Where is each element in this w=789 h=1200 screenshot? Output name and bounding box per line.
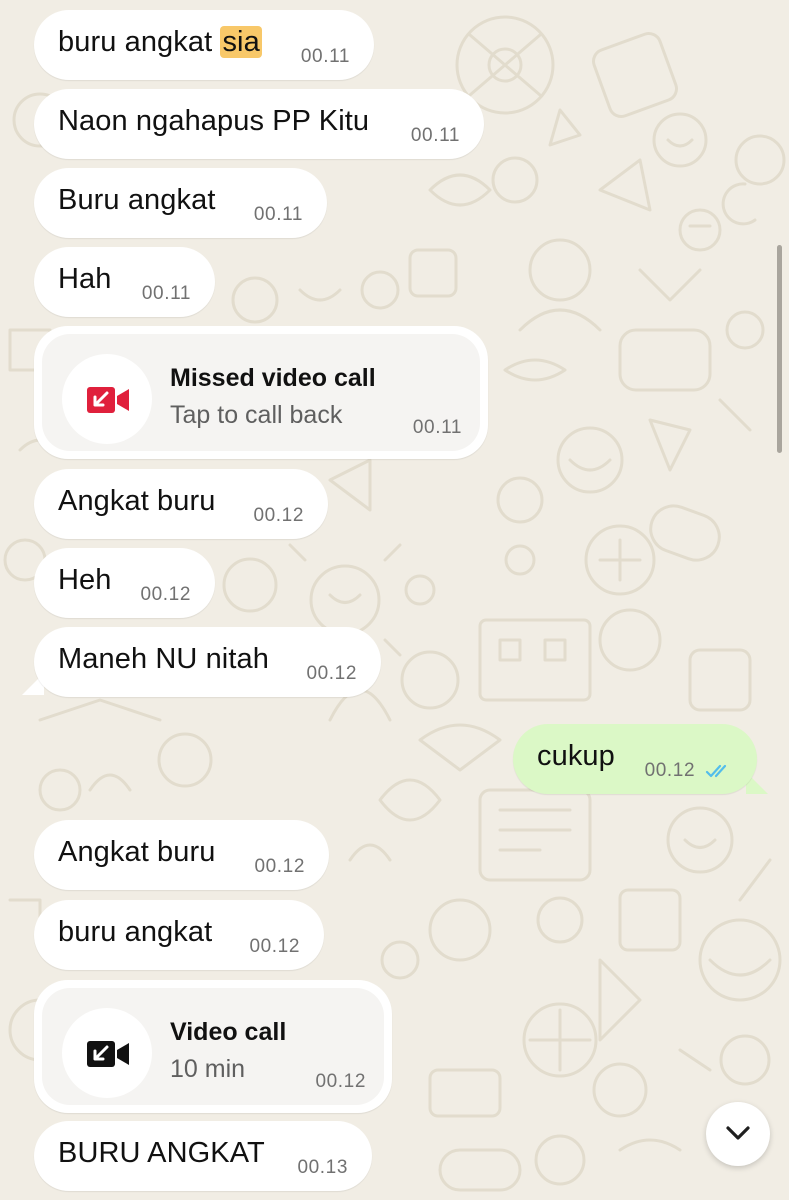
scroll-to-bottom-button[interactable] — [706, 1102, 770, 1166]
chevron-down-icon — [726, 1126, 750, 1140]
message-time: 00.11 — [412, 417, 462, 438]
message-text: cukup — [537, 740, 615, 772]
message-text: buru angkat sia — [58, 26, 262, 58]
message-time: 00.11 — [253, 204, 303, 225]
message-time: 00.12 — [254, 856, 305, 877]
message-text: Naon ngahapus PP Kitu — [58, 105, 370, 137]
message-bubble[interactable]: buru angkat 00.12 — [34, 900, 324, 970]
message-time: 00.12 — [140, 584, 191, 605]
message-text: Hah — [58, 263, 112, 295]
scrollbar[interactable] — [777, 245, 782, 453]
message-time: 00.12 — [315, 1071, 366, 1092]
call-title: Video call — [170, 1018, 287, 1046]
call-title: Missed video call — [170, 364, 376, 392]
call-card[interactable]: Missed video call Tap to call back 00.11 — [42, 334, 480, 451]
call-bubble[interactable]: Video call 10 min 00.12 — [34, 980, 392, 1113]
outgoing-message-bubble[interactable]: cukup 00.12 — [513, 724, 757, 794]
message-bubble[interactable]: Hah 00.11 — [34, 247, 215, 317]
message-bubble[interactable]: BURU ANGKAT 00.13 — [34, 1121, 372, 1191]
message-text: Buru angkat — [58, 184, 216, 216]
message-text: Angkat buru — [58, 485, 216, 517]
message-bubble[interactable]: Naon ngahapus PP Kitu 00.11 — [34, 89, 484, 159]
missed-call-bubble[interactable]: Missed video call Tap to call back 00.11 — [34, 326, 488, 459]
message-text: buru angkat — [58, 916, 213, 948]
message-time: 00.12 — [306, 663, 357, 684]
message-time: 00.11 — [410, 125, 460, 146]
missed-video-call-icon — [87, 387, 129, 413]
call-duration: 10 min — [170, 1055, 246, 1083]
message-bubble[interactable]: Maneh NU nitah 00.12 — [34, 627, 381, 697]
message-time: 00.11 — [141, 283, 191, 304]
message-bubble[interactable]: Angkat buru 00.12 — [34, 820, 329, 890]
message-time: 00.11 — [300, 46, 350, 67]
call-subtitle[interactable]: Tap to call back — [170, 401, 342, 430]
message-time: 00.13 — [297, 1157, 348, 1178]
call-icon-container — [62, 354, 152, 444]
message-bubble[interactable]: Heh 00.12 — [34, 548, 215, 618]
video-call-icon — [87, 1041, 129, 1067]
message-bubble[interactable]: Angkat buru 00.12 — [34, 469, 328, 539]
message-time: 00.12 — [645, 760, 733, 782]
message-text: Heh — [58, 564, 112, 596]
read-receipt-icon — [705, 764, 727, 778]
chat-message-list[interactable]: buru angkat sia 00.11 Naon ngahapus PP K… — [0, 0, 789, 1200]
message-time: 00.12 — [249, 936, 300, 957]
call-card[interactable]: Video call 10 min 00.12 — [42, 988, 384, 1105]
message-bubble[interactable]: Buru angkat 00.11 — [34, 168, 327, 238]
call-icon-container — [62, 1008, 152, 1098]
message-time: 00.12 — [253, 505, 304, 526]
search-highlight: sia — [220, 26, 262, 58]
message-bubble[interactable]: buru angkat sia 00.11 — [34, 10, 374, 80]
message-text: Angkat buru — [58, 836, 216, 868]
message-text: BURU ANGKAT — [58, 1137, 265, 1169]
message-text: Maneh NU nitah — [58, 643, 269, 675]
